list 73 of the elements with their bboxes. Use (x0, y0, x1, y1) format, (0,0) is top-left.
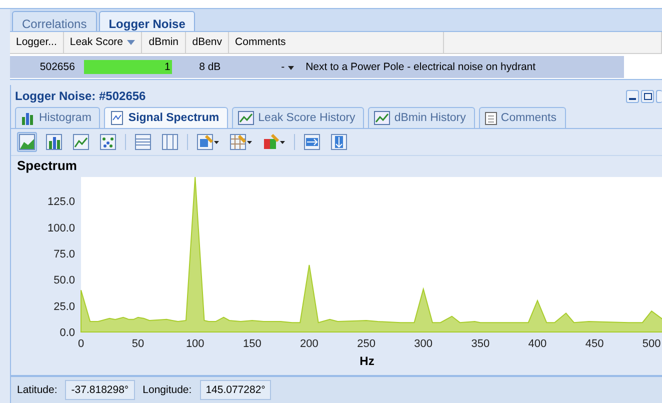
toolbar-button[interactable] (160, 132, 180, 152)
caret-icon (288, 66, 294, 70)
tab[interactable]: Comments (478, 107, 566, 128)
panel-title: Logger Noise: #502656 (15, 89, 146, 103)
x-tick-label: 350 (471, 338, 490, 350)
x-tick-label: 400 (528, 338, 547, 350)
y-tick-label: 100.0 (47, 222, 75, 234)
chart-page-icon (110, 111, 124, 125)
y-tick-label: 50.0 (54, 274, 75, 287)
line-chart-icon (374, 111, 390, 125)
maximize-button[interactable] (641, 90, 654, 102)
chart-title: Spectrum (11, 155, 662, 175)
x-tick-label: 50 (132, 338, 144, 350)
grid-paint-icon (230, 134, 246, 150)
x-tick-label: 0 (78, 338, 84, 350)
y-tick-label: 0.0 (60, 327, 75, 339)
toolbar-button[interactable] (195, 132, 221, 152)
toolbar-button[interactable] (71, 132, 91, 152)
color-paint-icon (263, 134, 279, 150)
column-header[interactable]: dBmin (142, 32, 186, 53)
table-cell-text: 8 dB (198, 60, 222, 73)
maximize-icon (644, 92, 652, 100)
tab[interactable]: Logger Noise (98, 10, 196, 31)
x-tick-label: 200 (300, 338, 318, 350)
readout-field: -37.818298° (65, 380, 135, 400)
tab[interactable]: Signal Spectrum (104, 107, 228, 128)
scatter-chart-icon (100, 134, 116, 150)
tab[interactable]: Histogram (15, 107, 100, 128)
score-value: 1 (164, 60, 170, 73)
horizontal-arrows-icon (304, 134, 320, 150)
column-header[interactable]: Logger... (10, 32, 64, 53)
y-tick-label: 125.0 (47, 196, 75, 208)
x-axis-title: Hz (360, 354, 374, 368)
minimize-button[interactable] (626, 90, 639, 102)
toolbar-button[interactable] (17, 132, 37, 152)
line-chart-icon (73, 134, 89, 150)
x-tick-label: 300 (414, 338, 433, 350)
tab[interactable]: Leak Score History (232, 107, 364, 128)
field-label: Latitude: (17, 384, 58, 396)
x-tick-label: 250 (357, 338, 376, 350)
toolbar-button[interactable] (44, 132, 64, 152)
grid-row[interactable]: 502656 1 8 dB - Next to a Power Pole - electrical noise on hydrant (10, 56, 624, 78)
paint-icon (197, 134, 213, 150)
toolbar-button[interactable] (228, 132, 254, 152)
x-tick-label: 450 (585, 338, 604, 350)
notepad-icon (484, 111, 497, 125)
toolbar-button[interactable] (302, 132, 322, 152)
line-chart-icon (238, 111, 254, 125)
y-tick-label: 75.0 (54, 248, 75, 260)
tab[interactable]: dBmin History (368, 107, 475, 128)
toolbar-button[interactable] (261, 132, 287, 152)
column-header[interactable]: dBenv (186, 32, 230, 53)
x-tick-label: 500 (642, 338, 661, 350)
readout-field: 145.077282° (200, 380, 272, 400)
rows-icon (135, 134, 151, 150)
table-cell-text: Next to a Power Pole - electrical noise on hydrant (304, 60, 537, 73)
x-tick-label: 100 (186, 338, 204, 350)
toolbar-button[interactable] (98, 132, 118, 152)
y-tick-label: 25.0 (54, 300, 75, 313)
table-cell[interactable]: - (243, 60, 300, 73)
field-label: Longitude: (142, 384, 192, 396)
table-cell-text: 502656 (38, 60, 76, 73)
toolbar-button[interactable] (133, 132, 153, 152)
bar-chart-icon (21, 111, 35, 125)
column-header[interactable]: Comments (229, 32, 444, 53)
columns-icon (162, 134, 178, 150)
x-tick-label: 150 (243, 338, 262, 350)
area-chart-icon (19, 134, 35, 150)
tab[interactable]: Correlations (12, 10, 97, 31)
column-header[interactable]: Leak Score (64, 32, 142, 53)
vertical-arrows-icon (331, 134, 347, 150)
toolbar-button[interactable] (329, 132, 349, 152)
bar-chart-icon (46, 134, 62, 150)
